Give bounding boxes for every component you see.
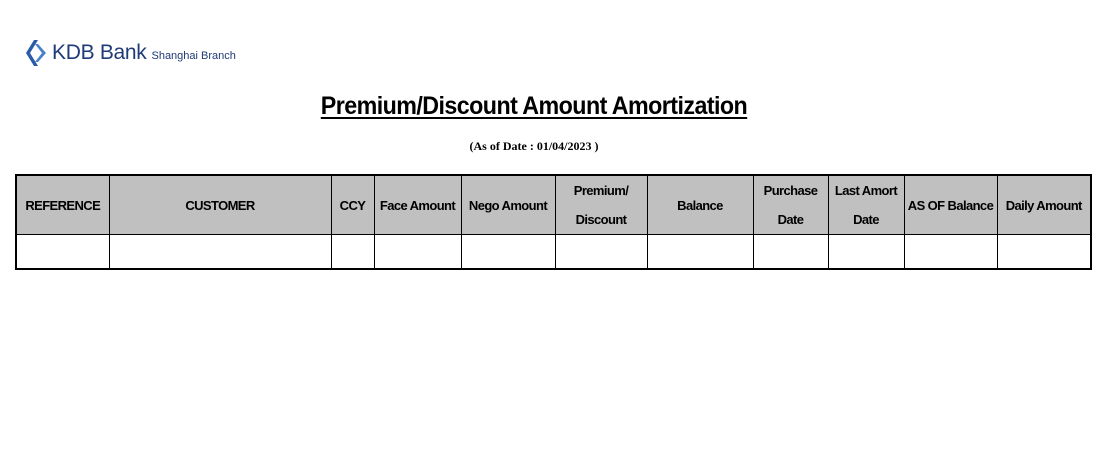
column-header-as-of-balance: AS OF Balance <box>903 174 998 235</box>
amortization-table: REFERENCE CUSTOMER CCY Face Amount Nego … <box>15 174 1092 270</box>
table-cell <box>460 234 556 270</box>
column-header-last-amort-date: Last Amort Date <box>827 174 905 235</box>
kdb-logo-icon <box>26 40 46 66</box>
table-cell <box>752 234 829 270</box>
column-header-purchase-date: Purchase Date <box>752 174 829 235</box>
column-header-reference: REFERENCE <box>15 174 110 235</box>
table-cell <box>903 234 998 270</box>
logo-bank-name: KDB Bank <box>52 41 147 64</box>
table-cell <box>330 234 375 270</box>
column-header-face-amount: Face Amount <box>373 174 462 235</box>
logo-branch-name: Shanghai Branch <box>151 49 236 62</box>
kdb-bank-logo: KDB Bank Shanghai Branch <box>24 38 236 68</box>
column-header-balance: Balance <box>646 174 754 235</box>
column-header-daily-amount: Daily Amount <box>996 174 1092 235</box>
table-header-row: REFERENCE CUSTOMER CCY Face Amount Nego … <box>15 174 1092 235</box>
table-cell <box>15 234 110 270</box>
table-cell <box>373 234 462 270</box>
table-cell <box>827 234 905 270</box>
column-header-premium-discount: Premium/ Discount <box>554 174 648 235</box>
table-cell <box>554 234 648 270</box>
column-header-ccy: CCY <box>330 174 375 235</box>
table-cell <box>646 234 754 270</box>
report-title: Premium/Discount Amount Amortization <box>320 92 748 120</box>
table-row <box>15 234 1092 270</box>
table-cell <box>108 234 332 270</box>
column-header-nego-amount: Nego Amount <box>460 174 556 235</box>
as-of-date: (As of Date : 01/04/2023 ) <box>469 139 599 153</box>
column-header-customer: CUSTOMER <box>108 174 332 235</box>
table-cell <box>996 234 1092 270</box>
